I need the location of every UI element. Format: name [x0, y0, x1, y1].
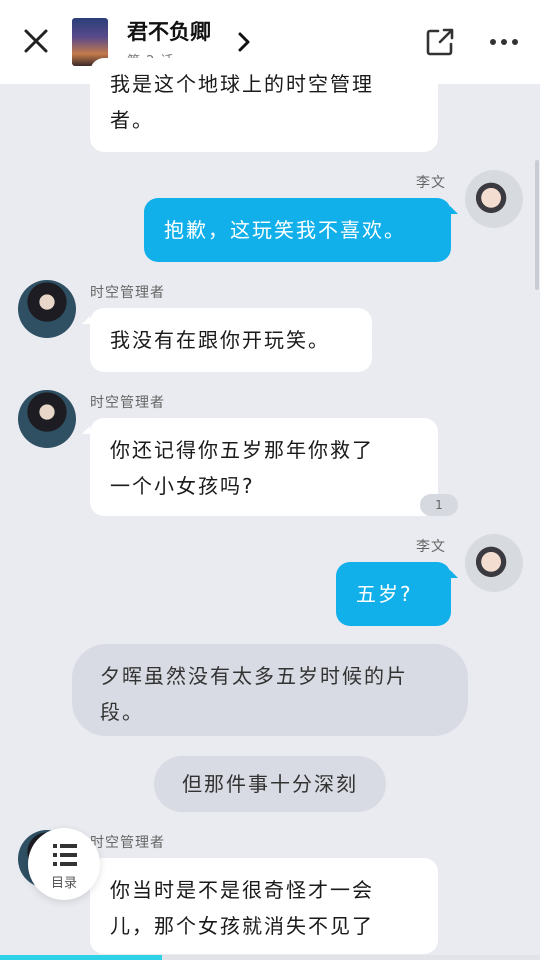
speaker-name: 时空管理者 [90, 285, 165, 301]
bubble-tail [82, 316, 90, 324]
message-text-line: 你还记得你五岁那年你救了 [110, 438, 374, 462]
list-icon [53, 844, 77, 866]
speaker-name: 李文 [416, 539, 446, 555]
message-bubble-left: 我是这个地球上的时空管理 者。 [90, 58, 438, 152]
comment-count-badge[interactable]: 1 [420, 494, 458, 516]
message-text-line: 一个小女孩吗? [110, 474, 255, 498]
avatar[interactable] [465, 170, 523, 228]
toc-button[interactable]: 目录 [28, 828, 100, 900]
message-text-line: 儿，那个女孩就消失不见了 [110, 914, 374, 938]
reading-progress-track [0, 955, 540, 960]
scrollbar-thumb[interactable] [535, 160, 539, 290]
message-text: 我没有在跟你开玩笑。 [110, 328, 330, 352]
narration-text-line: 段。 [100, 700, 144, 724]
message-text-line: 者。 [110, 108, 154, 132]
message-bubble-right: 五岁? [336, 562, 451, 626]
close-icon[interactable] [22, 27, 50, 55]
message-bubble-left: 你还记得你五岁那年你救了 一个小女孩吗? [90, 418, 438, 516]
more-icon[interactable] [488, 32, 520, 52]
bubble-tail [82, 426, 90, 434]
story-title[interactable]: 君不负卿 [127, 16, 211, 46]
speaker-name: 时空管理者 [90, 835, 165, 851]
message-text-line: 我是这个地球上的时空管理 [110, 72, 374, 96]
narration-bubble: 但那件事十分深刻 [154, 756, 386, 812]
narration-text-line: 夕晖虽然没有太多五岁时候的片 [100, 664, 408, 688]
bubble-tail [450, 206, 458, 214]
chevron-right-icon[interactable] [234, 30, 254, 54]
avatar[interactable] [18, 390, 76, 448]
message-bubble-left: 我没有在跟你开玩笑。 [90, 308, 372, 372]
reading-progress-fill [0, 955, 162, 960]
message-text-line: 你当时是不是很奇怪才一会 [110, 878, 374, 902]
share-icon[interactable] [424, 26, 456, 58]
message-bubble-left: 你当时是不是很奇怪才一会 儿，那个女孩就消失不见了 [90, 858, 438, 954]
speaker-name: 时空管理者 [90, 395, 165, 411]
speaker-name: 李文 [416, 175, 446, 191]
toc-label: 目录 [50, 876, 77, 891]
message-text: 抱歉，这玩笑我不喜欢。 [164, 218, 406, 242]
narration-text: 但那件事十分深刻 [182, 772, 358, 796]
bubble-tail [450, 570, 458, 578]
avatar[interactable] [465, 534, 523, 592]
message-text: 五岁? [356, 582, 413, 606]
avatar[interactable] [18, 280, 76, 338]
message-bubble-right: 抱歉，这玩笑我不喜欢。 [144, 198, 451, 262]
narration-bubble: 夕晖虽然没有太多五岁时候的片 段。 [72, 644, 468, 736]
